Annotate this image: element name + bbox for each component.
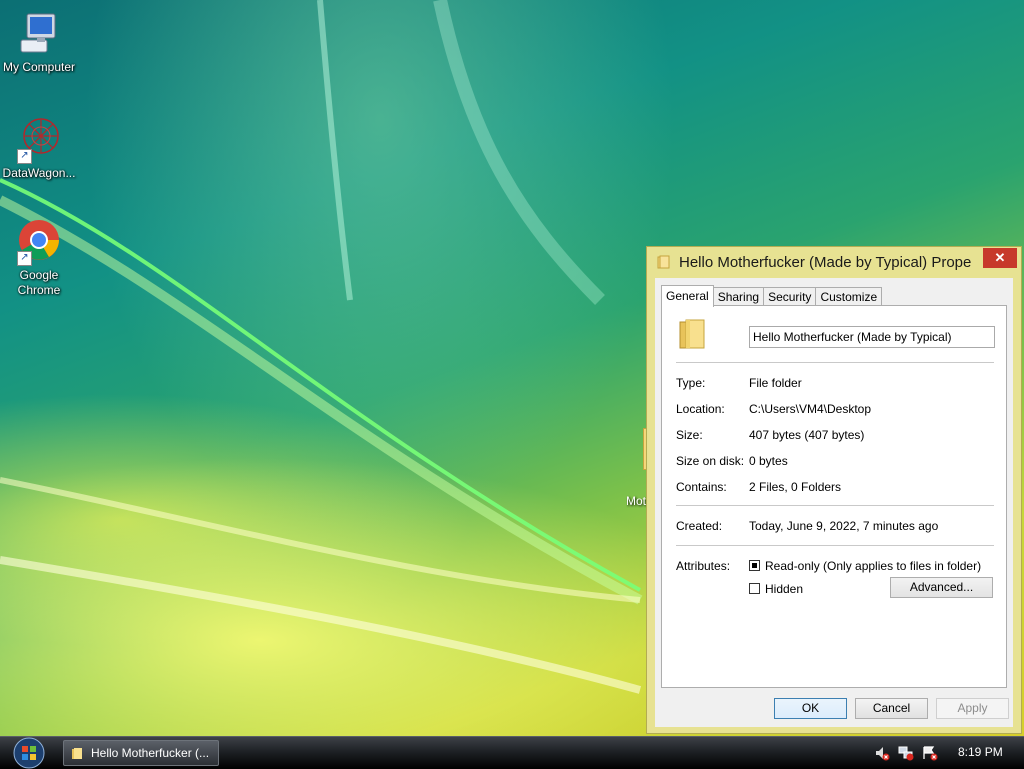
taskbar-item-label: Hello Motherfucker (... (91, 746, 210, 760)
contains-value: 2 Files, 0 Folders (749, 480, 842, 494)
size-value: 407 bytes (407 bytes) (749, 428, 865, 442)
action-center-alert-icon[interactable] (922, 745, 938, 761)
hidden-label[interactable]: Hidden (765, 582, 803, 596)
location-label: Location: (676, 402, 725, 416)
desktop-icon-datawagon[interactable]: ↗ DataWagon... (0, 116, 78, 181)
dialog-client-area: General Sharing Security Customize Type:… (655, 278, 1013, 727)
attributes-label: Attributes: (676, 559, 731, 573)
type-value: File folder (749, 376, 802, 390)
size-on-disk-value: 0 bytes (749, 454, 788, 468)
desktop-icon-label: My Computer (2, 60, 76, 74)
desktop-icon-label-line2: Chrome (17, 283, 61, 297)
tab-strip: General Sharing Security Customize (661, 285, 883, 307)
size-label: Size: (676, 428, 703, 442)
folder-icon (72, 748, 82, 759)
datawagon-icon: ↗ (15, 116, 63, 164)
tab-customize[interactable]: Customize (815, 287, 883, 306)
desktop-icon-my-computer[interactable]: My Computer (0, 10, 78, 75)
folder-icon (679, 319, 705, 349)
advanced-button[interactable]: Advanced... (890, 577, 993, 598)
cancel-button[interactable]: Cancel (855, 698, 928, 719)
location-value: C:\Users\VM4\Desktop (749, 402, 872, 416)
chrome-icon: ↗ (15, 218, 63, 266)
apply-button[interactable]: Apply (936, 698, 1009, 719)
ok-button[interactable]: OK (774, 698, 847, 719)
readonly-label[interactable]: Read-only (Only applies to files in fold… (765, 559, 981, 573)
dialog-titlebar[interactable]: Hello Motherfucker (Made by Typical) Pro… (647, 247, 1021, 277)
properties-dialog: Hello Motherfucker (Made by Typical) Pro… (646, 246, 1022, 734)
created-value: Today, June 9, 2022, 7 minutes ago (749, 519, 939, 533)
folder-icon (657, 255, 670, 269)
contains-label: Contains: (676, 480, 727, 494)
folder-name-input[interactable] (749, 326, 995, 348)
type-label: Type: (676, 376, 706, 390)
desktop-icon-google-chrome[interactable]: ↗ Google Chrome (0, 218, 78, 298)
desktop-icon-label-line1: Google (19, 268, 59, 282)
shortcut-arrow-icon: ↗ (17, 251, 32, 266)
desktop-icon-label: DataWagon... (2, 166, 76, 180)
volume-muted-icon[interactable] (874, 745, 890, 761)
taskbar: Hello Motherfucker (... (0, 736, 1024, 769)
computer-icon (15, 10, 63, 58)
tab-general[interactable]: General (661, 285, 714, 307)
close-button[interactable]: ✕ (983, 248, 1017, 268)
hidden-checkbox[interactable] (749, 583, 760, 594)
separator (676, 505, 994, 506)
tab-sharing[interactable]: Sharing (712, 287, 765, 306)
general-tab-panel: Type: File folder Location: C:\Users\VM4… (661, 305, 1007, 688)
taskbar-item-properties[interactable]: Hello Motherfucker (... (63, 740, 219, 766)
shortcut-arrow-icon: ↗ (17, 149, 32, 164)
separator (676, 545, 994, 546)
separator (676, 362, 994, 363)
dialog-title: Hello Motherfucker (Made by Typical) Pro… (679, 254, 971, 271)
start-button[interactable] (9, 737, 49, 769)
tab-security[interactable]: Security (763, 287, 817, 306)
size-on-disk-label: Size on disk: (676, 454, 745, 468)
created-label: Created: (676, 519, 723, 533)
taskbar-clock[interactable]: 8:19 PM (958, 745, 1003, 759)
network-icon[interactable] (898, 745, 914, 761)
readonly-checkbox[interactable] (749, 560, 760, 571)
